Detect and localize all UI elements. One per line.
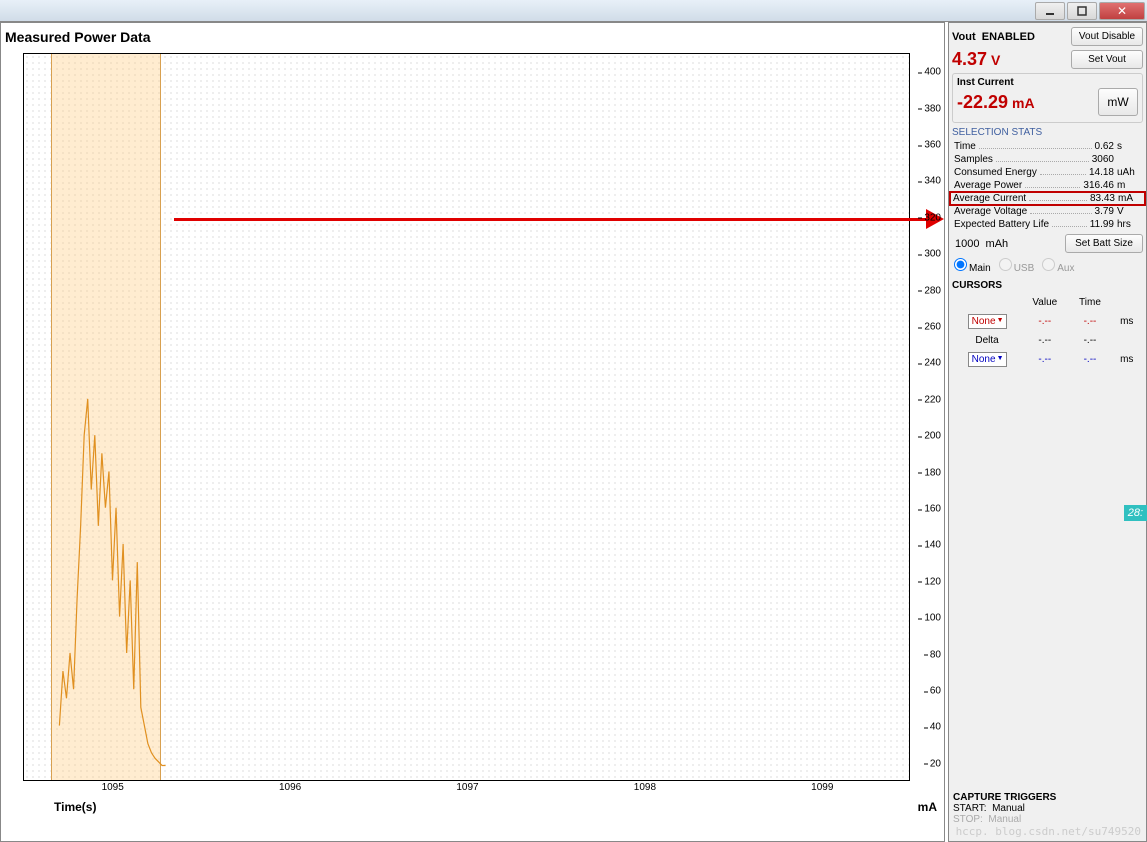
inst-current-unit: mA — [1012, 95, 1035, 111]
start-value: Manual — [992, 803, 1025, 814]
delta-label: Delta — [954, 333, 1020, 348]
y-tick: 180 — [924, 467, 941, 478]
annotation-arrow — [174, 218, 934, 221]
cursor-col-time: Time — [1069, 295, 1110, 310]
radio-aux[interactable]: Aux — [1042, 258, 1074, 274]
teal-flag: 28: — [1124, 505, 1147, 521]
y-tick: 320 — [924, 212, 941, 223]
minimize-button[interactable] — [1035, 2, 1065, 20]
stat-row-time: Time0.62s — [952, 140, 1143, 153]
radio-main[interactable]: Main — [954, 258, 991, 274]
y-tick: 40 — [930, 722, 941, 733]
vout-label: Vout — [952, 31, 976, 43]
cursor1-unit: ms — [1112, 312, 1141, 331]
y-tick: 200 — [924, 431, 941, 442]
cursors-table: ValueTime None -.-- -.-- ms Delta -.-- -… — [952, 293, 1143, 371]
selection-band[interactable] — [51, 54, 161, 780]
stop-value: Manual — [988, 814, 1021, 825]
cursor2-select[interactable]: None — [968, 352, 1007, 367]
chart-title: Measured Power Data — [1, 23, 944, 51]
delta-value: -.-- — [1022, 333, 1067, 348]
cursor2-time: -.-- — [1069, 350, 1110, 369]
x-tick: 1096 — [279, 782, 301, 793]
cursor1-value: -.-- — [1022, 312, 1067, 331]
watermark: hccp. blog.csdn.net/su749520 — [956, 825, 1141, 838]
y-axis-ticks: 20 40 60 80 100 120 140 160 180 200 220 240 260 280 30… — [911, 54, 941, 780]
stat-row-samples: Samples3060 — [952, 153, 1143, 166]
set-vout-button[interactable]: Set Vout — [1071, 50, 1143, 69]
plot-area[interactable]: 2040608010012014016018020022024026028030… — [23, 53, 910, 781]
capture-triggers-section: CAPTURE TRIGGERS START: Manual STOP: Man… — [953, 792, 1056, 825]
batt-unit: mAh — [986, 238, 1009, 250]
vout-value: 4.37 — [952, 49, 987, 69]
y-tick: 160 — [924, 504, 941, 515]
y-tick: 400 — [924, 67, 941, 78]
x-tick: 1097 — [456, 782, 478, 793]
x-axis-label: Time(s) — [54, 800, 96, 814]
vout-disable-button[interactable]: Vout Disable — [1071, 27, 1143, 46]
y-tick: 380 — [924, 103, 941, 114]
y-tick: 280 — [924, 285, 941, 296]
y-tick: 340 — [924, 176, 941, 187]
cursor1-time: -.-- — [1069, 312, 1110, 331]
cursor-col-value: Value — [1022, 295, 1067, 310]
vout-status: ENABLED — [982, 31, 1035, 43]
cursor1-select[interactable]: None — [968, 314, 1007, 329]
window-titlebar — [0, 0, 1147, 22]
y-tick: 60 — [930, 686, 941, 697]
side-panel: Vout ENABLED Vout Disable 4.37V Set Vout… — [948, 22, 1147, 842]
y-tick: 240 — [924, 358, 941, 369]
inst-current-value: -22.29 — [957, 92, 1008, 112]
x-tick: 1098 — [634, 782, 656, 793]
stat-row-average-voltage: Average Voltage3.79V — [952, 205, 1143, 218]
selection-stats-label: SELECTION STATS — [952, 127, 1143, 138]
x-tick: 1095 — [102, 782, 124, 793]
vout-unit: V — [991, 52, 1000, 68]
y-tick: 140 — [924, 540, 941, 551]
y-tick: 220 — [924, 394, 941, 405]
maximize-button[interactable] — [1067, 2, 1097, 20]
set-batt-size-button[interactable]: Set Batt Size — [1065, 234, 1143, 253]
delta-time: -.-- — [1069, 333, 1110, 348]
chart-panel: Measured Power Data 20 40 60 80 100 120 140 160… — [0, 22, 945, 842]
y-tick: 360 — [924, 140, 941, 151]
stat-row-average-current: Average Current83.43mA — [949, 191, 1146, 206]
y-tick: 260 — [924, 322, 941, 333]
close-button[interactable] — [1099, 2, 1145, 20]
channel-radio-row: Main USB Aux — [952, 256, 1143, 276]
cursor2-value: -.-- — [1022, 350, 1067, 369]
y-tick: 100 — [924, 613, 941, 624]
capture-triggers-label: CAPTURE TRIGGERS — [953, 792, 1056, 803]
x-tick: 1099 — [811, 782, 833, 793]
stat-row-consumed-energy: Consumed Energy14.18uAh — [952, 166, 1143, 179]
stop-label: STOP: — [953, 814, 983, 825]
selection-stats-block: Time0.62sSamples3060Consumed Energy14.18… — [952, 140, 1143, 231]
cursors-label: CURSORS — [952, 280, 1143, 291]
y-tick: 20 — [930, 758, 941, 769]
batt-size-input[interactable]: 1000 — [952, 236, 982, 252]
stat-row-expected-battery-life: Expected Battery Life11.99hrs — [952, 218, 1143, 231]
inst-current-label: Inst Current — [957, 77, 1138, 88]
y-axis-unit: mA — [918, 800, 937, 814]
radio-usb[interactable]: USB — [999, 258, 1035, 274]
y-tick: 300 — [924, 249, 941, 260]
x-axis-ticks: 1095 1096 1097 1098 1099 — [24, 782, 909, 796]
y-tick: 80 — [930, 649, 941, 660]
mw-toggle-button[interactable]: mW — [1098, 88, 1138, 116]
cursor2-unit: ms — [1112, 350, 1141, 369]
chart-region[interactable]: 20 40 60 80 100 120 140 160 180 200 220 240 260 280 30… — [1, 53, 946, 813]
start-label: START: — [953, 803, 987, 814]
y-tick: 120 — [924, 576, 941, 587]
